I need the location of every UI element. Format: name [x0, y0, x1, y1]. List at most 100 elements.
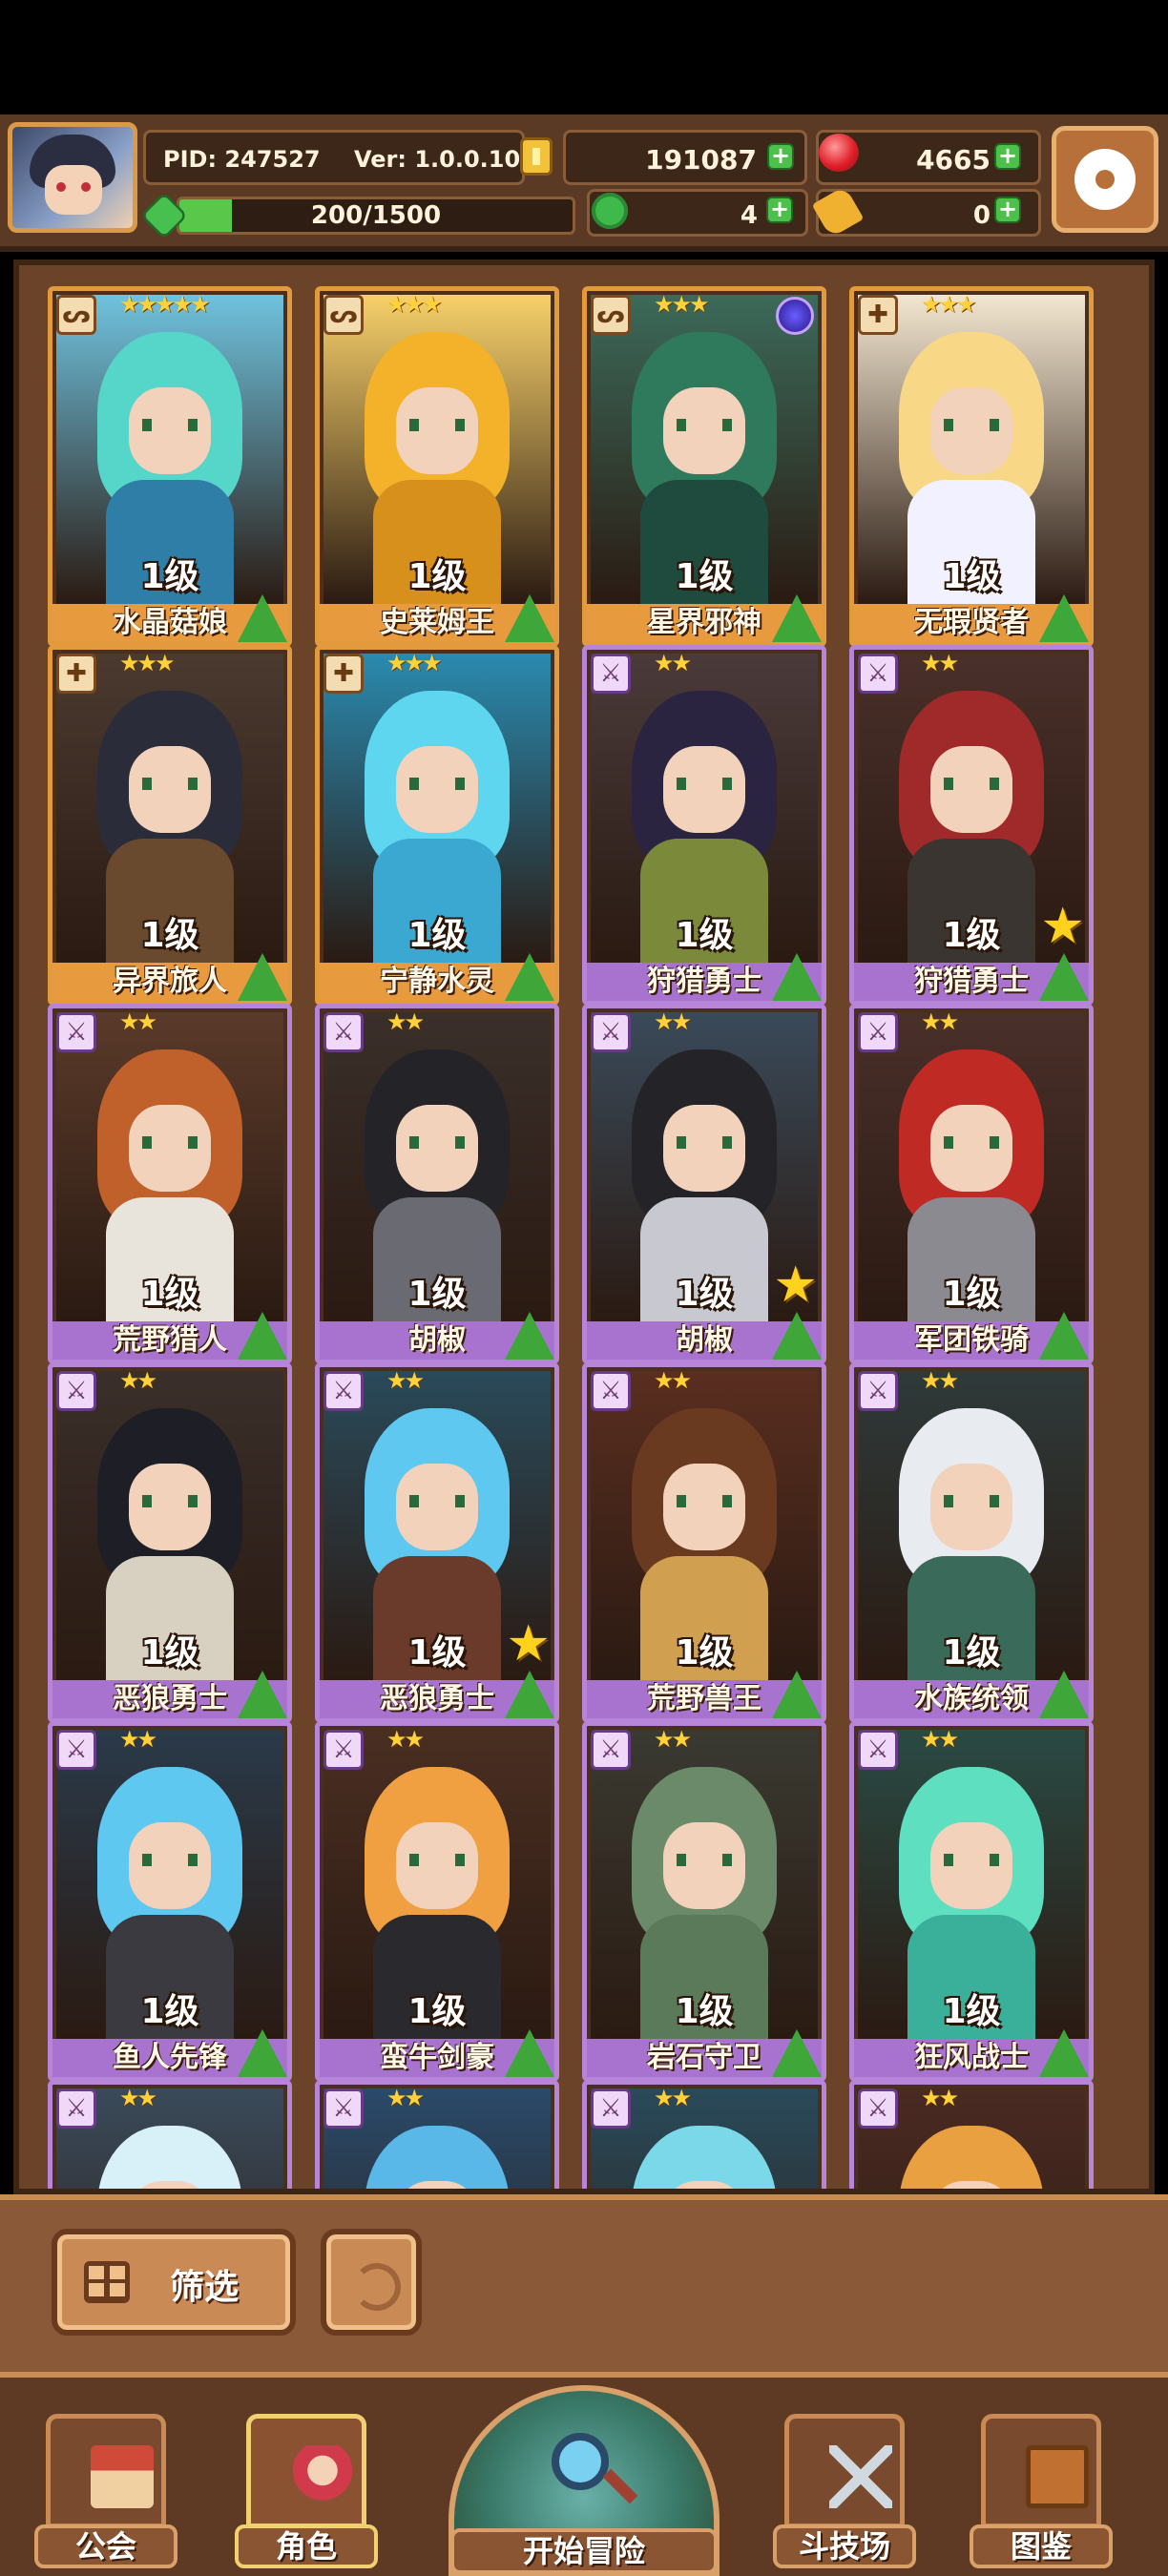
portrait-eyes — [409, 1853, 465, 1866]
character-card[interactable]: ⚔ ★★ 1级 水族统领 — [849, 1362, 1094, 1723]
character-card[interactable]: ⚔ ★★ 1级 狩猎勇士 ★ — [849, 645, 1094, 1006]
player-info-box: PID: 247527 Ver: 1.0.0.10 — [143, 130, 525, 185]
portrait-face — [930, 1464, 1012, 1550]
level-up-arrow-icon[interactable] — [238, 953, 287, 1001]
character-card[interactable]: ⚔ ★★ — [582, 2080, 826, 2189]
level-up-arrow-icon[interactable] — [505, 953, 554, 1001]
character-level: 1级 — [942, 1275, 1001, 1314]
class-staff-icon: ᔕ — [56, 295, 96, 335]
class-sword-icon: ⚔ — [323, 2088, 364, 2129]
character-card[interactable]: ⚔ ★★ 1级 岩石守卫 — [582, 1721, 826, 2082]
character-level: 1级 — [140, 1633, 199, 1672]
level-up-arrow-icon[interactable] — [772, 1312, 822, 1360]
level-up-arrow-icon[interactable] — [238, 1671, 287, 1718]
character-card[interactable]: ⚔ ★★ 1级 军团铁骑 — [849, 1004, 1094, 1364]
rarity-stars: ★★ — [386, 2085, 425, 2111]
level-up-arrow-icon[interactable] — [505, 1312, 554, 1360]
add-gold-button[interactable]: + — [767, 143, 794, 170]
character-card[interactable]: ⚔ ★★ 1级 鱼人先锋 — [48, 1721, 292, 2082]
level-up-arrow-icon[interactable] — [505, 1671, 554, 1718]
red-gem-icon — [819, 134, 859, 172]
character-level: 1级 — [675, 557, 734, 596]
level-up-arrow-icon[interactable] — [1039, 953, 1089, 1001]
nav-character[interactable]: 角色 — [235, 2414, 378, 2572]
portrait-eyes — [142, 1135, 198, 1149]
character-card[interactable]: ⚔ ★★ 1级 狂风战士 — [849, 1721, 1094, 2082]
character-card[interactable]: ✚ ★★★ 1级 无瑕贤者 — [849, 286, 1094, 647]
class-staff-icon: ᔕ — [323, 295, 364, 335]
portrait-face — [129, 1105, 211, 1192]
portrait-face — [396, 746, 478, 833]
level-up-arrow-icon[interactable] — [505, 2029, 554, 2077]
character-card[interactable]: ⚔ ★★ — [849, 2080, 1094, 2189]
level-up-arrow-icon[interactable] — [1039, 594, 1089, 642]
refresh-button[interactable] — [321, 2229, 422, 2336]
star-badge-icon: ★ — [1040, 898, 1085, 955]
avatar-eye — [81, 182, 91, 192]
nav-codex[interactable]: 图鉴 — [970, 2414, 1113, 2572]
key-amount: 0 — [972, 201, 991, 230]
portrait-eyes — [677, 777, 732, 790]
character-card[interactable]: ✚ ★★★ 1级 异界旅人 — [48, 645, 292, 1006]
portrait-face — [396, 1464, 478, 1550]
portrait-face — [396, 387, 478, 474]
character-roster[interactable]: ᔕ ★★★★★ 1级 水晶菇娘 ᔕ ★★★ 1级 史莱姆王 ᔕ ★★★ 1级 星界邪神 ✚ ★★★ 1级 无瑕… — [13, 260, 1155, 2194]
gold-amount: 191087 — [645, 144, 757, 176]
portrait-face — [930, 387, 1012, 474]
filter-label: 筛选 — [170, 2268, 240, 2307]
level-up-arrow-icon[interactable] — [238, 1312, 287, 1360]
character-card[interactable]: ⚔ ★★ 1级 荒野兽王 — [582, 1362, 826, 1723]
class-sword-icon: ⚔ — [591, 654, 631, 694]
level-up-arrow-icon[interactable] — [1039, 1671, 1089, 1718]
character-card[interactable]: ⚔ ★★ 1级 荒野猎人 — [48, 1004, 292, 1364]
class-sword-icon: ⚔ — [56, 1012, 96, 1052]
character-card[interactable]: ᔕ ★★★ 1级 史莱姆王 — [315, 286, 559, 647]
add-gems-button[interactable]: + — [994, 143, 1021, 170]
portrait-eyes — [944, 777, 999, 790]
level-up-arrow-icon[interactable] — [772, 2029, 822, 2077]
level-up-arrow-icon[interactable] — [772, 594, 822, 642]
add-key-button[interactable]: + — [994, 197, 1021, 223]
character-level: 1级 — [942, 557, 1001, 596]
level-up-arrow-icon[interactable] — [772, 1671, 822, 1718]
portrait-eyes — [409, 1494, 465, 1507]
start-adventure-button[interactable]: 开始冒险 — [448, 2385, 720, 2576]
portrait-face — [129, 1464, 211, 1550]
character-card[interactable]: ⚔ ★★ — [315, 2080, 559, 2189]
level-up-arrow-icon[interactable] — [1039, 2029, 1089, 2077]
player-avatar[interactable] — [8, 122, 137, 233]
character-card[interactable]: ⚔ ★★ 1级 恶狼勇士 — [48, 1362, 292, 1723]
nav-codex-frame — [981, 2414, 1101, 2528]
rarity-stars: ★★ — [921, 1008, 959, 1035]
portrait-eyes — [677, 1135, 732, 1149]
rarity-stars: ★★★ — [386, 291, 443, 318]
rarity-stars: ★★★ — [654, 291, 710, 318]
filter-button[interactable]: 筛选 — [52, 2229, 296, 2336]
character-level: 1级 — [140, 1992, 199, 2031]
level-up-arrow-icon[interactable] — [1039, 1312, 1089, 1360]
character-card[interactable]: ᔕ ★★★★★ 1级 水晶菇娘 — [48, 286, 292, 647]
portrait-eyes — [944, 418, 999, 431]
character-card[interactable]: ✚ ★★★ 1级 宁静水灵 — [315, 645, 559, 1006]
settings-button[interactable] — [1052, 126, 1158, 233]
level-up-arrow-icon[interactable] — [238, 594, 287, 642]
level-up-arrow-icon[interactable] — [505, 594, 554, 642]
character-level: 1级 — [942, 1992, 1001, 2031]
character-level: 1级 — [675, 1633, 734, 1672]
character-card[interactable]: ⚔ ★★ — [48, 2080, 292, 2189]
rarity-stars: ★★ — [654, 1726, 692, 1753]
rarity-stars: ★★ — [654, 650, 692, 676]
character-level: 1级 — [675, 1992, 734, 2031]
character-card[interactable]: ⚔ ★★ 1级 蛮牛剑豪 — [315, 1721, 559, 2082]
character-card[interactable]: ⚔ ★★ 1级 恶狼勇士 ★ — [315, 1362, 559, 1723]
level-up-arrow-icon[interactable] — [772, 953, 822, 1001]
add-clover-button[interactable]: + — [766, 197, 793, 223]
character-card[interactable]: ᔕ ★★★ 1级 星界邪神 — [582, 286, 826, 647]
nav-guild[interactable]: 公会 — [34, 2414, 177, 2572]
level-up-arrow-icon[interactable] — [238, 2029, 287, 2077]
nav-arena[interactable]: 斗技场 — [773, 2414, 916, 2572]
nav-guild-label: 公会 — [34, 2524, 177, 2568]
character-card[interactable]: ⚔ ★★ 1级 胡椒 ★ — [582, 1004, 826, 1364]
character-card[interactable]: ⚔ ★★ 1级 狩猎勇士 — [582, 645, 826, 1006]
character-card[interactable]: ⚔ ★★ 1级 胡椒 — [315, 1004, 559, 1364]
